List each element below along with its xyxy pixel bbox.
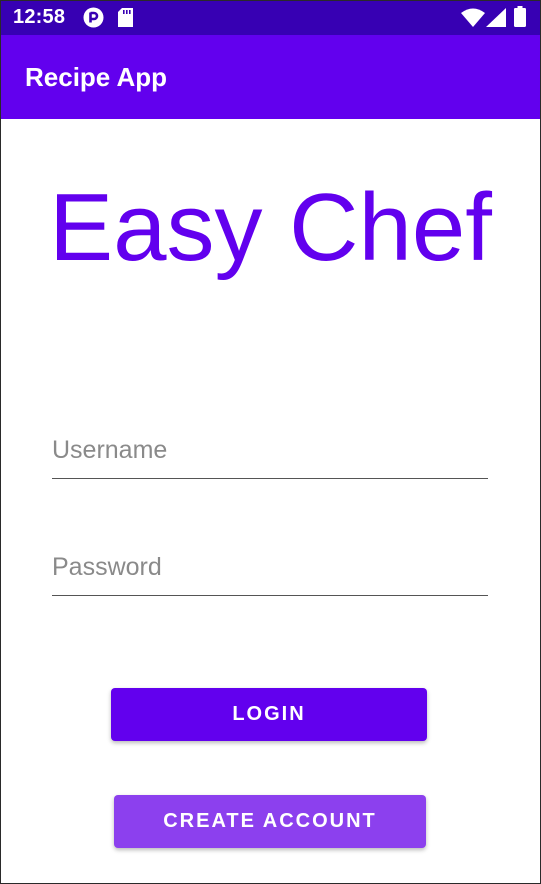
- status-time: 12:58: [13, 6, 66, 28]
- wifi-icon: [461, 8, 485, 32]
- app-bar: Recipe App: [0, 35, 541, 119]
- password-field[interactable]: [52, 545, 488, 596]
- password-input[interactable]: [52, 553, 488, 582]
- sd-card-icon: [118, 8, 133, 32]
- app-title: Recipe App: [25, 62, 168, 92]
- username-field[interactable]: [52, 428, 488, 479]
- signal-icon: [486, 8, 506, 32]
- p-badge-icon: [83, 7, 104, 33]
- battery-icon: [514, 6, 526, 32]
- status-bar: 12:58: [0, 0, 541, 35]
- login-button[interactable]: LOGIN: [111, 688, 427, 741]
- username-input[interactable]: [52, 436, 488, 465]
- hero-title: Easy Chef: [49, 174, 492, 281]
- create-account-button[interactable]: CREATE ACCOUNT: [114, 795, 426, 848]
